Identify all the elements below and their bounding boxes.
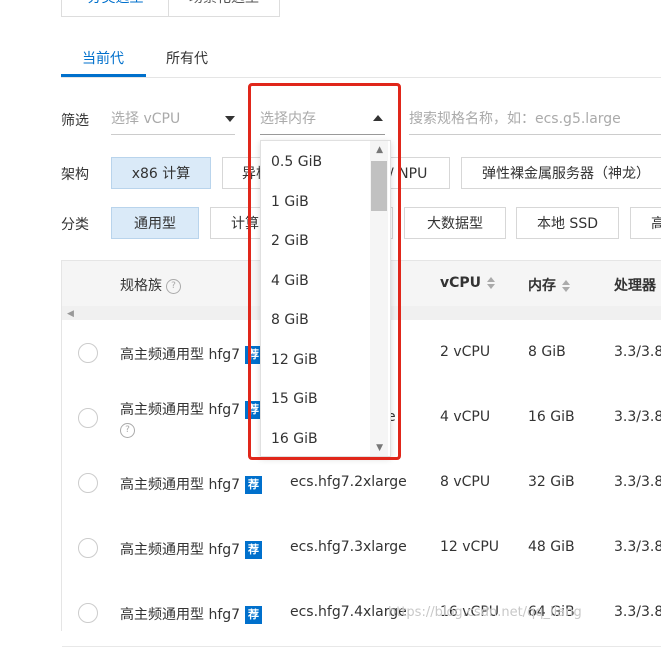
chip-big-data[interactable]: 大数据型 (404, 207, 506, 239)
recommend-badge: 荐 (245, 606, 263, 624)
sort-icon (487, 277, 496, 289)
help-icon[interactable]: ? (166, 278, 181, 294)
row-radio[interactable] (78, 343, 98, 363)
recommend-badge: 荐 (245, 541, 263, 559)
row-vcpu: 2 vCPU (440, 344, 491, 360)
row-spec: ecs.hfg7.2xlarge (290, 474, 407, 490)
tab-category-selection[interactable]: 分类选型 (61, 0, 170, 17)
active-tab-indicator (61, 74, 146, 77)
row-memory: 48 GiB (528, 539, 575, 555)
row-freq: 3.3/3.8 (614, 604, 661, 620)
row-family: 高主频通用型 hfg7 荐 (120, 604, 263, 624)
memory-option[interactable]: 12 GiB (271, 352, 318, 368)
watermark: https://blog.csdn.net/qq_liang (388, 605, 582, 620)
row-freq: 3.3/3.8 (614, 344, 661, 360)
header-family-label: 规格族 (120, 278, 162, 294)
row-freq: 3.3/3.8 (614, 539, 661, 555)
chevron-left-icon[interactable]: ◀ (67, 309, 74, 319)
row-vcpu: 4 vCPU (440, 409, 491, 425)
row-freq: 3.3/3.8 (614, 474, 661, 490)
row-family: 高主频通用型 hfg7 荐 (120, 474, 263, 494)
header-vcpu[interactable]: vCPU (440, 275, 496, 291)
memory-dropdown: 0.5 GiB 1 GiB 2 GiB 4 GiB 8 GiB 12 GiB 1… (260, 140, 391, 457)
category-label: 分类 (61, 217, 89, 233)
spec-search-input[interactable]: 搜索规格名称，如：ecs.g5.large (409, 104, 661, 135)
row-family: 高主频通用型 hfg7 荐 (120, 539, 263, 559)
chevron-up-icon[interactable]: ▲ (376, 145, 383, 155)
row-radio[interactable] (78, 473, 98, 493)
row-radio[interactable] (78, 603, 98, 623)
chevron-down-icon (225, 116, 235, 122)
chip-heterogeneous-right: / NPU (389, 166, 428, 182)
row-family-text: 高主频通用型 hfg7 (120, 542, 241, 558)
tab-all-generations[interactable]: 所有代 (166, 48, 208, 68)
header-processor[interactable]: 处理器 (614, 275, 656, 295)
row-memory: 32 GiB (528, 474, 575, 490)
vcpu-select[interactable]: 选择 vCPU (111, 104, 235, 135)
row-radio[interactable] (78, 408, 98, 428)
chip-x86[interactable]: x86 计算 (111, 157, 211, 189)
tab-scenario-selection[interactable]: 场景化选型 (168, 0, 280, 17)
memory-option[interactable]: 4 GiB (271, 273, 309, 289)
tab-divider (61, 77, 661, 78)
header-family: 规格族? (120, 275, 181, 295)
row-memory: 8 GiB (528, 344, 566, 360)
header-memory[interactable]: 内存 (528, 275, 570, 295)
table-row[interactable]: 高主频通用型 hfg7 荐 ecs.hfg7.3xlarge 12 vCPU 48… (62, 516, 661, 582)
chip-bare-metal[interactable]: 弹性裸金属服务器（神龙） (461, 157, 661, 189)
row-vcpu: 8 vCPU (440, 474, 491, 490)
memory-option[interactable]: 0.5 GiB (271, 154, 322, 170)
row-family-text: 高主频通用型 hfg7 (120, 607, 241, 623)
sort-icon (562, 280, 570, 292)
dropdown-scroll-thumb[interactable] (371, 161, 387, 211)
tab-current-generation[interactable]: 当前代 (82, 48, 124, 68)
vcpu-select-placeholder: 选择 vCPU (111, 111, 181, 127)
memory-option[interactable]: 15 GiB (271, 391, 318, 407)
row-radio[interactable] (78, 538, 98, 558)
chip-local-ssd[interactable]: 本地 SSD (516, 207, 619, 239)
memory-option[interactable]: 2 GiB (271, 233, 309, 249)
row-help: ? (116, 422, 135, 438)
row-family: 高主频通用型 hfg7 荐 (120, 344, 263, 364)
architecture-label: 架构 (61, 167, 89, 183)
row-family: 高主频通用型 hfg7 荐 (120, 399, 263, 419)
row-family-text: 高主频通用型 hfg7 (120, 477, 241, 493)
chevron-down-icon[interactable]: ▼ (376, 443, 383, 453)
row-memory: 16 GiB (528, 409, 575, 425)
row-family-text: 高主频通用型 hfg7 (120, 347, 241, 363)
row-family-text: 高主频通用型 hfg7 (120, 402, 241, 418)
header-vcpu-label: vCPU (440, 275, 482, 291)
memory-option[interactable]: 16 GiB (271, 431, 318, 447)
table-row[interactable]: 高主频通用型 hfg7 荐 ecs.hfg7.2xlarge 8 vCPU 32 … (62, 451, 661, 517)
chevron-up-icon (373, 115, 383, 121)
chip-high-frequency[interactable]: 高 (630, 207, 661, 239)
memory-select[interactable]: 选择内存 (260, 104, 385, 135)
row-vcpu: 12 vCPU (440, 539, 500, 555)
chip-general[interactable]: 通用型 (111, 207, 199, 239)
memory-option[interactable]: 1 GiB (271, 194, 309, 210)
row-spec: ecs.hfg7.3xlarge (290, 539, 407, 555)
spec-search-placeholder: 搜索规格名称，如：ecs.g5.large (409, 111, 621, 127)
recommend-badge: 荐 (245, 476, 263, 494)
memory-option[interactable]: 8 GiB (271, 312, 309, 328)
row-freq: 3.3/3.8 (614, 409, 661, 425)
filter-label: 筛选 (61, 113, 89, 129)
header-memory-label: 内存 (528, 278, 556, 294)
memory-select-placeholder: 选择内存 (260, 111, 316, 127)
help-icon[interactable]: ? (120, 422, 135, 438)
